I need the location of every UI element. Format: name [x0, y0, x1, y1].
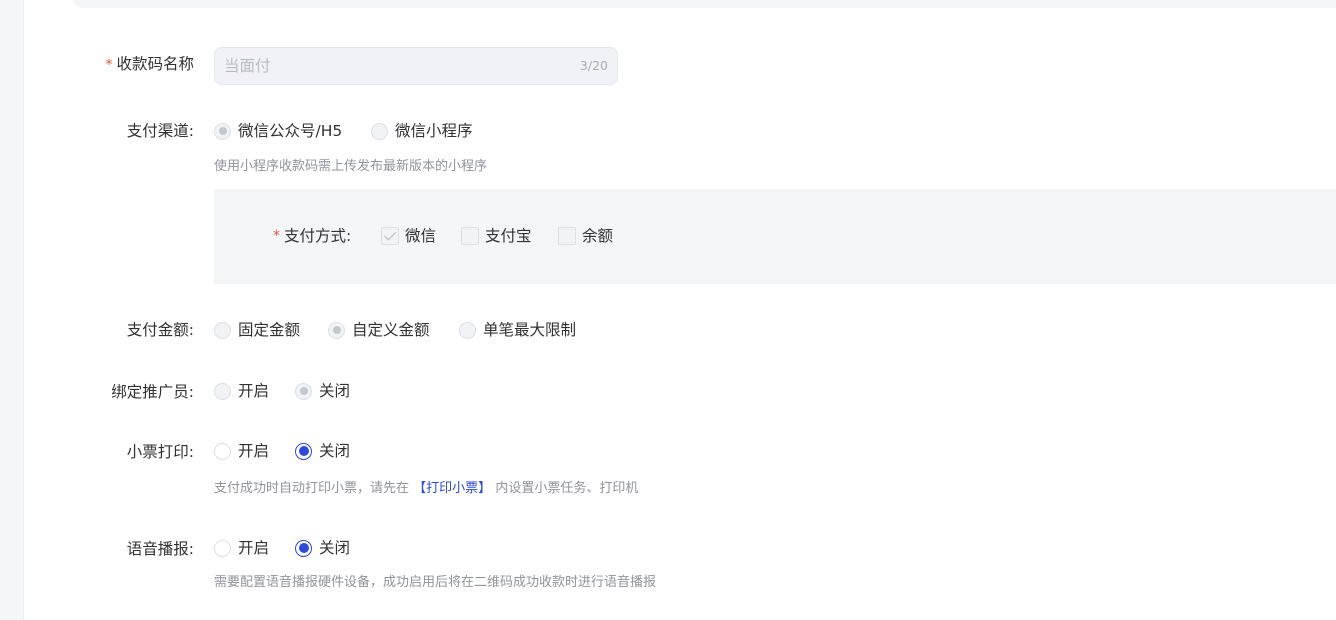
radio-selected-icon: [295, 442, 312, 460]
voice-broadcast-label: 语音播报:: [126, 540, 194, 558]
pay-channel-label: 支付渠道:: [126, 122, 194, 140]
qrcode-name-input[interactable]: 当面付 3/20: [214, 47, 618, 85]
receipt-print-option-on[interactable]: 开启: [214, 440, 269, 462]
pay-method-label-text: 支付方式:: [284, 227, 352, 245]
pay-channel-option-miniprogram[interactable]: 微信小程序: [371, 120, 473, 142]
char-counter: 3/20: [579, 58, 608, 73]
bind-promoter-label: 绑定推广员:: [111, 383, 194, 401]
voice-broadcast-hint: 需要配置语音播报硬件设备，成功启用后将在二维码成功收款时进行语音播报: [214, 575, 657, 590]
voice-broadcast-option-on-label: 开启: [238, 539, 270, 557]
pay-amount-option-custom[interactable]: 自定义金额: [328, 319, 430, 341]
radio-icon: [214, 382, 231, 400]
checkbox-checked-icon: [381, 227, 399, 245]
voice-broadcast-option-off-label: 关闭: [319, 539, 351, 557]
required-mark: *: [105, 57, 113, 73]
receipt-print-option-off[interactable]: 关闭: [295, 440, 350, 462]
pay-amount-option-max-limit-label: 单笔最大限制: [483, 321, 577, 339]
radio-selected-icon: [295, 539, 312, 557]
pay-method-alipay-checkbox[interactable]: 支付宝: [461, 225, 532, 247]
pay-channel-option-h5[interactable]: 微信公众号/H5: [214, 120, 342, 142]
qrcode-name-placeholder: 当面付: [224, 57, 271, 75]
pay-amount-option-custom-label: 自定义金额: [352, 321, 430, 339]
bind-promoter-option-off[interactable]: 关闭: [295, 380, 350, 402]
receipt-print-option-on-label: 开启: [238, 442, 270, 460]
top-card-edge: [72, 0, 1336, 8]
pay-channel-hint: 使用小程序收款码需上传发布最新版本的小程序: [214, 159, 488, 174]
voice-broadcast-option-off[interactable]: 关闭: [295, 537, 350, 559]
bind-promoter-option-off-label: 关闭: [319, 382, 351, 400]
left-sidebar-edge: [0, 0, 24, 620]
print-receipt-link[interactable]: 【打印小票】: [413, 481, 491, 496]
pay-method-label: * 支付方式:: [273, 225, 351, 247]
pay-method-balance-label: 余额: [582, 227, 614, 245]
pay-amount-option-fixed[interactable]: 固定金额: [214, 319, 300, 341]
radio-icon: [371, 122, 388, 140]
receipt-print-label: 小票打印:: [126, 443, 194, 461]
pay-method-balance-checkbox[interactable]: 余额: [558, 225, 613, 247]
pay-amount-option-fixed-label: 固定金额: [238, 321, 301, 339]
radio-icon: [214, 539, 231, 557]
pay-amount-option-max-limit[interactable]: 单笔最大限制: [459, 319, 576, 341]
name-field-label-text: 收款码名称: [116, 55, 194, 73]
pay-method-alipay-label: 支付宝: [485, 227, 532, 245]
radio-icon: [295, 382, 312, 400]
radio-icon: [459, 321, 476, 339]
pay-method-wechat-checkbox[interactable]: 微信: [381, 225, 436, 247]
bind-promoter-option-on[interactable]: 开启: [214, 380, 269, 402]
radio-icon: [214, 122, 231, 140]
checkbox-icon: [461, 227, 479, 245]
pay-channel-option-h5-label: 微信公众号/H5: [238, 122, 343, 140]
required-mark: *: [273, 228, 280, 244]
pay-amount-label: 支付金额:: [126, 321, 194, 339]
receipt-print-hint-text-2: 内设置小票任务、打印机: [495, 481, 639, 496]
radio-icon: [328, 321, 345, 339]
bind-promoter-option-on-label: 开启: [238, 382, 270, 400]
pay-method-wechat-label: 微信: [405, 227, 437, 245]
receipt-print-hint-text: 支付成功时自动打印小票，请先在: [214, 481, 410, 496]
voice-broadcast-option-on[interactable]: 开启: [214, 537, 269, 559]
checkbox-icon: [558, 227, 576, 245]
radio-icon: [214, 442, 231, 460]
radio-icon: [214, 321, 231, 339]
pay-channel-option-miniprogram-label: 微信小程序: [395, 122, 473, 140]
receipt-print-option-off-label: 关闭: [319, 442, 351, 460]
name-field-label: * 收款码名称: [105, 53, 194, 76]
receipt-print-hint: 支付成功时自动打印小票，请先在 【打印小票】 内设置小票任务、打印机: [214, 480, 638, 498]
